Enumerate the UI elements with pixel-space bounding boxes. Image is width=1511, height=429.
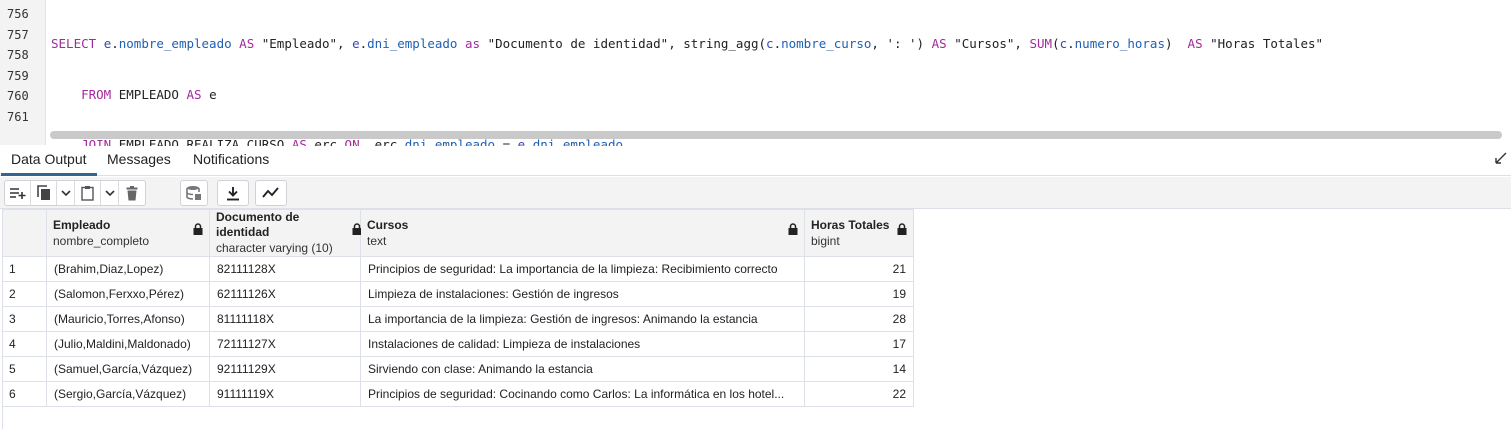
header-row: Empleado nombre_completo Documento de id… [2,209,914,257]
row-number[interactable]: 1 [2,256,47,282]
table-row[interactable]: 1 (Brahim,Diaz,Lopez) 82111128X Principi… [2,256,914,282]
cell-documento[interactable]: 82111128X [209,256,361,282]
graph-button-group [255,180,287,206]
graph-visualiser-button[interactable] [256,181,286,205]
row-number[interactable]: 6 [2,381,47,407]
add-row-icon [9,186,27,200]
column-name: Documento de identidad [216,210,300,239]
lock-icon [897,223,907,238]
copy-button[interactable] [31,181,57,205]
table-row[interactable]: 3 (Mauricio,Torres,Afonso) 81111118X La … [2,306,914,332]
horizontal-scrollbar[interactable] [50,131,1502,139]
table-row[interactable]: 2 (Salomon,Ferxxo,Pérez) 62111126X Limpi… [2,281,914,307]
cell-empleado[interactable]: (Samuel,García,Vázquez) [46,356,210,382]
row-number-header[interactable] [2,209,47,257]
delete-button[interactable] [119,181,145,205]
column-type: nombre_completo [53,233,150,248]
download-button[interactable] [218,181,248,205]
chevron-down-icon [104,190,115,196]
data-toolbar [0,177,1511,209]
tab-data-output[interactable]: Data Output [1,146,97,176]
cell-documento[interactable]: 81111118X [209,306,361,332]
copy-options-button[interactable] [57,181,75,205]
line-number: 759 [7,68,29,83]
paste-icon [81,185,94,201]
row-number[interactable]: 5 [2,356,47,382]
graph-icon [262,187,280,199]
line-number: 758 [7,48,29,62]
line-number: 756 [7,7,29,21]
cell-horas[interactable]: 22 [804,381,914,407]
download-button-group [217,180,249,206]
cell-horas[interactable]: 14 [804,356,914,382]
cell-documento[interactable]: 72111127X [209,331,361,357]
cell-cursos[interactable]: Instalaciones de calidad: Limpieza de in… [360,331,805,357]
column-header-empleado[interactable]: Empleado nombre_completo [46,209,210,257]
edit-button-group [4,180,146,206]
result-tabs: Data Output Messages Notifications [0,146,1511,176]
column-name: Cursos [367,217,409,232]
cell-cursos[interactable]: Sirviendo con clase: Animando la estanci… [360,356,805,382]
line-number: 757 [7,27,29,42]
save-data-button[interactable] [181,181,207,205]
paste-options-button[interactable] [101,181,119,205]
grid-left-border [2,400,3,429]
cell-empleado[interactable]: (Mauricio,Torres,Afonso) [46,306,210,332]
result-grid: Empleado nombre_completo Documento de id… [2,209,914,407]
cell-documento[interactable]: 62111126X [209,281,361,307]
cell-empleado[interactable]: (Sergio,García,Vázquez) [46,381,210,407]
cell-empleado[interactable]: (Brahim,Diaz,Lopez) [46,256,210,282]
column-name: Horas Totales [811,217,890,232]
sql-editor[interactable]: 756 757 758 759 760 761 SELECT e.nombre_… [0,0,1511,253]
line-number: 761 [7,109,29,124]
table-row[interactable]: 6 (Sergio,García,Vázquez) 91111119X Prin… [2,381,914,407]
save-button-group [180,180,208,206]
lock-icon [788,223,798,238]
line-number: 760 [7,89,29,103]
cell-empleado[interactable]: (Salomon,Ferxxo,Pérez) [46,281,210,307]
save-data-icon [186,185,202,201]
cell-empleado[interactable]: (Julio,Maldini,Maldonado) [46,331,210,357]
tab-notifications[interactable]: Notifications [183,146,279,176]
code-line: FROM EMPLEADO AS e [81,86,217,102]
cell-horas[interactable]: 28 [804,306,914,332]
row-number[interactable]: 4 [2,331,47,357]
copy-icon [36,185,51,201]
add-row-button[interactable] [5,181,31,205]
paste-button[interactable] [75,181,101,205]
cell-cursos[interactable]: La importancia de la limpieza: Gestión d… [360,306,805,332]
column-type: character varying (10) [216,241,333,255]
delete-icon [126,185,138,201]
column-name: Empleado [53,217,111,232]
code-line: SELECT e.nombre_empleado AS "Empleado", … [51,36,1324,51]
column-header-documento[interactable]: Documento de identidad character varying… [209,209,362,257]
line-number-gutter: 756 757 758 759 760 761 [0,0,46,145]
row-number[interactable]: 3 [2,306,47,332]
expand-icon[interactable] [1495,152,1509,166]
table-row[interactable]: 4 (Julio,Maldini,Maldonado) 72111127X In… [2,331,914,357]
table-row[interactable]: 5 (Samuel,García,Vázquez) 92111129X Sirv… [2,356,914,382]
column-type: bigint [811,233,840,248]
download-icon [226,186,240,201]
column-header-cursos[interactable]: Cursos text [360,209,805,257]
cell-documento[interactable]: 91111119X [209,381,361,407]
tab-messages[interactable]: Messages [97,146,181,176]
cell-horas[interactable]: 19 [804,281,914,307]
row-number[interactable]: 2 [2,281,47,307]
cell-horas[interactable]: 17 [804,331,914,357]
column-header-horas[interactable]: Horas Totales bigint [804,209,914,257]
column-type: text [367,233,387,248]
cell-cursos[interactable]: Principios de seguridad: Cocinando como … [360,381,805,407]
cell-cursos[interactable]: Principios de seguridad: La importancia … [360,256,805,282]
chevron-down-icon [60,190,71,196]
cell-documento[interactable]: 92111129X [209,356,361,382]
lock-icon [193,223,203,238]
cell-horas[interactable]: 21 [804,256,914,282]
cell-cursos[interactable]: Limpieza de instalaciones: Gestión de in… [360,281,805,307]
